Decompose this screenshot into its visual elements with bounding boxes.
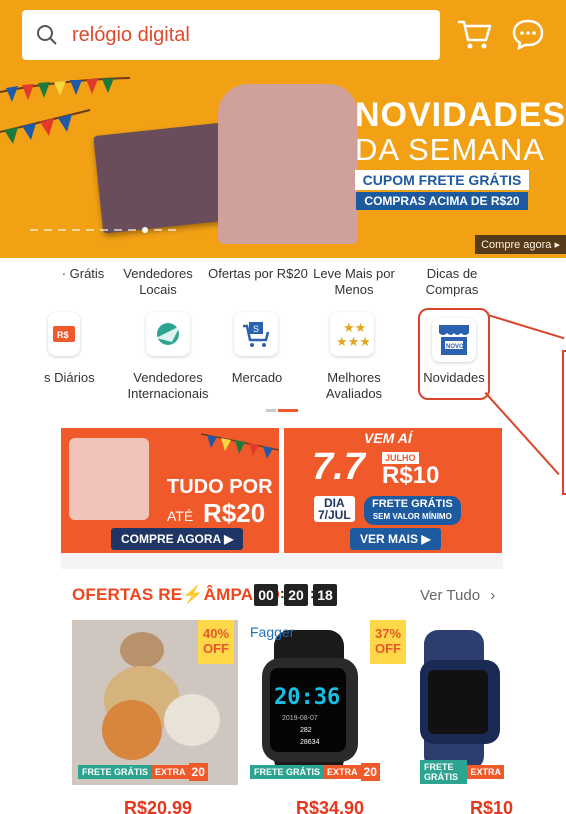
- product-card[interactable]: 40% OFF FRETE GRÁTIS EXTRA 20: [72, 620, 238, 785]
- see-all-link[interactable]: Ver Tudo ›: [420, 587, 495, 604]
- banner-cta-button[interactable]: Compre agora ▸: [475, 235, 566, 254]
- discount-badge: 40% OFF: [198, 620, 234, 664]
- flash-sale-title: OFERTAS RE⚡ÂMPAGO: [72, 585, 281, 604]
- category-market[interactable]: Mercado: [222, 370, 292, 386]
- app-screen: relógio digital NOVIDADES DA SEMANA CUPO…: [0, 0, 566, 814]
- timer-seconds: 18: [313, 584, 337, 606]
- category-top-rated[interactable]: Melhores Avaliados: [316, 370, 392, 402]
- frete-text: FRETE GRÁTIS: [420, 760, 468, 784]
- brand-label: Fagger: [250, 624, 295, 640]
- banner-title-line2: DA SEMANA: [355, 132, 545, 167]
- banner-coupon: CUPOM FRETE GRÁTIS COMPRAS ACIMA DE R$20: [352, 170, 532, 210]
- quick-link-ofertas-r20[interactable]: Ofertas por R$20: [208, 266, 308, 282]
- hero-banner[interactable]: relógio digital NOVIDADES DA SEMANA CUPO…: [0, 0, 566, 258]
- extra-text: EXTRA: [152, 765, 189, 779]
- shirt-image: [218, 84, 358, 244]
- frete-sub: SEM VALOR MÍNIMO: [372, 512, 452, 521]
- annotation-callout-box: [562, 350, 566, 495]
- acima-value: 20: [360, 763, 380, 781]
- svg-text:2019-08-07: 2019-08-07: [282, 715, 318, 722]
- annotation-line: [487, 314, 565, 340]
- coupon-line2: COMPRAS ACIMA DE R$20: [356, 192, 528, 210]
- promo2-frete: FRETE GRÁTIS SEM VALOR MÍNIMO: [364, 496, 461, 525]
- quick-link-dicas[interactable]: Dicas de Compras: [410, 266, 494, 298]
- banner-pagination: [30, 227, 176, 233]
- timer-hours: 00: [254, 584, 278, 606]
- ver-mais-button[interactable]: VER MAIS ▶: [350, 528, 441, 550]
- svg-text:S: S: [253, 324, 259, 334]
- category-pager: [266, 409, 298, 412]
- chevron-right-icon: ›: [490, 587, 496, 604]
- svg-text:28634: 28634: [300, 739, 320, 746]
- product-card[interactable]: FRETE GRÁTIS EXTRA: [414, 620, 504, 785]
- free-shipping-tag: FRETE GRÁTIS EXTRA: [420, 760, 504, 784]
- highlight-annotation: [418, 308, 490, 400]
- banner-title-line1: NOVIDADES: [355, 96, 566, 134]
- product-card[interactable]: Fagger 20:36 2019-08-07 282 28634 37% OF…: [244, 620, 410, 785]
- see-all-label: Ver Tudo: [420, 587, 481, 604]
- category-international[interactable]: Vendedores Internacionais: [118, 370, 218, 402]
- promo1-ate: ATÉ: [167, 508, 194, 524]
- product-price: R$34.90: [296, 798, 365, 814]
- bunting-decoration: [201, 433, 279, 459]
- promo2-top: VEM AÍ: [364, 430, 412, 446]
- search-input[interactable]: relógio digital: [72, 24, 190, 47]
- frete-text: FRETE GRÁTIS: [78, 765, 153, 779]
- promo2-date: 7.7: [312, 446, 365, 488]
- top-rated-stars-icon[interactable]: ★★ ★★★: [330, 312, 374, 356]
- chat-button[interactable]: [510, 16, 554, 56]
- promo-banner-7-7[interactable]: VEM AÍ 7.7 JULHO R$10 DIA 7/JUL FRETE GRÁ…: [284, 428, 502, 553]
- category-daily[interactable]: s Diários: [44, 370, 108, 386]
- daily-deals-icon[interactable]: R$: [48, 312, 80, 356]
- frete-text: FRETE GRÁTIS: [250, 765, 325, 779]
- svg-text:★★: ★★: [343, 320, 366, 335]
- market-cart-icon[interactable]: S: [234, 312, 278, 356]
- free-shipping-tag: FRETE GRÁTIS EXTRA 20: [78, 761, 208, 783]
- promo1-price: R$20: [203, 498, 266, 528]
- chat-icon: [512, 19, 544, 51]
- free-shipping-tag: FRETE GRÁTIS EXTRA 20: [250, 761, 380, 783]
- svg-text:20:36: 20:36: [274, 685, 340, 710]
- dia-date: 7/JUL: [318, 508, 351, 522]
- acima-value: 20: [188, 763, 208, 781]
- svg-text:282: 282: [300, 727, 312, 734]
- extra-text: EXTRA: [324, 765, 361, 779]
- svg-text:★★★: ★★★: [336, 334, 369, 349]
- product-price: R$20.99: [124, 798, 193, 814]
- coupon-line1: CUPOM FRETE GRÁTIS: [354, 170, 530, 190]
- promo1-line1: TUDO POR: [167, 476, 273, 498]
- cart-button[interactable]: [454, 16, 498, 56]
- timer-minutes: 20: [284, 584, 308, 606]
- international-sellers-icon[interactable]: [146, 312, 190, 356]
- search-bar[interactable]: relógio digital: [22, 10, 440, 60]
- quick-link-leve-mais[interactable]: Leve Mais por Menos: [312, 266, 396, 298]
- quick-link-gratis[interactable]: · Grátis: [58, 266, 108, 282]
- frete-label: FRETE GRÁTIS: [372, 498, 453, 510]
- promo2-dia: DIA 7/JUL: [314, 496, 355, 522]
- compre-agora-button[interactable]: COMPRE AGORA ▶: [111, 528, 244, 550]
- cart-icon: [458, 20, 492, 49]
- svg-text:R$: R$: [57, 330, 69, 340]
- quick-link-vendedores-locais[interactable]: Vendedores Locais: [116, 266, 200, 298]
- section-divider: [61, 553, 503, 569]
- extra-text: EXTRA: [467, 765, 504, 779]
- promo2-price: R$10: [382, 462, 440, 489]
- handbag-image: [69, 438, 149, 520]
- discount-badge: 37% OFF: [370, 620, 406, 664]
- product-price: R$10: [470, 798, 514, 814]
- promo-banner-tudo-por[interactable]: TUDO POR ATÉ R$20 COMPRE AGORA ▶: [61, 428, 279, 553]
- search-icon: [22, 10, 72, 60]
